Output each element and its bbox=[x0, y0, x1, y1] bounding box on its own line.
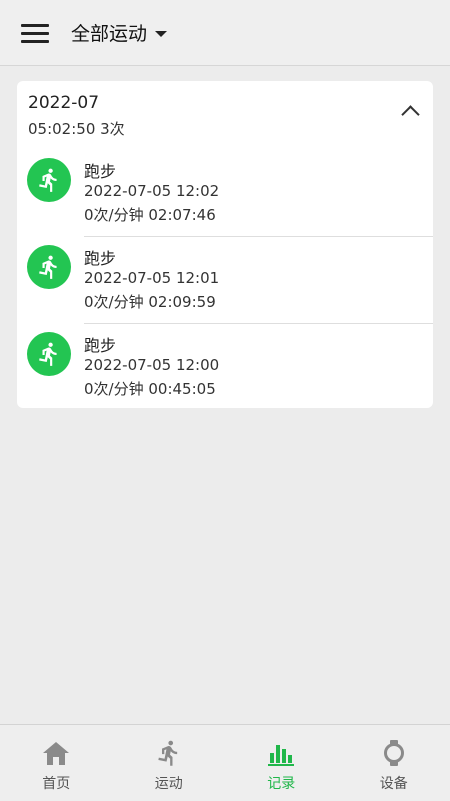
page-title: 全部运动 bbox=[71, 19, 147, 46]
bottom-navigation: 首页 运动 记录 设备 bbox=[0, 724, 450, 801]
nav-label-home: 首页 bbox=[0, 773, 113, 793]
nav-item-records[interactable]: 记录 bbox=[225, 725, 338, 801]
monthly-record-card: 2022-07 05:02:50 3次 跑步 2022-07-05 12:02 … bbox=[17, 81, 433, 408]
running-person-icon bbox=[27, 245, 71, 289]
bar-chart-icon bbox=[266, 739, 296, 767]
month-group-header[interactable]: 2022-07 05:02:50 3次 bbox=[17, 81, 433, 143]
activity-stats: 0次/分钟 00:45:05 bbox=[84, 378, 216, 399]
divider bbox=[84, 323, 433, 324]
record-list-item[interactable]: 跑步 2022-07-05 12:02 0次/分钟 02:07:46 bbox=[17, 151, 433, 237]
activity-datetime: 2022-07-05 12:02 bbox=[84, 182, 219, 200]
nav-label-records: 记录 bbox=[225, 773, 338, 793]
running-person-icon bbox=[154, 739, 184, 767]
activity-datetime: 2022-07-05 12:01 bbox=[84, 269, 219, 287]
month-label: 2022-07 bbox=[28, 93, 99, 113]
record-list-item[interactable]: 跑步 2022-07-05 12:00 0次/分钟 00:45:05 bbox=[17, 325, 433, 411]
activity-stats: 0次/分钟 02:07:46 bbox=[84, 204, 216, 225]
activity-name: 跑步 bbox=[84, 245, 116, 269]
divider bbox=[84, 236, 433, 237]
app-bar: 全部运动 bbox=[0, 0, 450, 66]
dropdown-caret-icon bbox=[155, 31, 167, 37]
activity-datetime: 2022-07-05 12:00 bbox=[84, 356, 219, 374]
nav-label-sport: 运动 bbox=[113, 773, 226, 793]
nav-item-sport[interactable]: 运动 bbox=[113, 725, 226, 801]
nav-item-device[interactable]: 设备 bbox=[338, 725, 450, 801]
running-person-icon bbox=[27, 158, 71, 202]
home-icon bbox=[41, 739, 71, 767]
month-summary: 05:02:50 3次 bbox=[28, 118, 125, 139]
activity-name: 跑步 bbox=[84, 158, 116, 182]
nav-item-home[interactable]: 首页 bbox=[0, 725, 113, 801]
chevron-up-icon[interactable] bbox=[401, 105, 419, 123]
nav-label-device: 设备 bbox=[338, 773, 450, 793]
sport-filter-dropdown[interactable]: 全部运动 bbox=[71, 19, 167, 46]
watch-icon bbox=[379, 739, 409, 767]
activity-stats: 0次/分钟 02:09:59 bbox=[84, 291, 216, 312]
running-person-icon bbox=[27, 332, 71, 376]
menu-icon[interactable] bbox=[21, 22, 51, 44]
activity-name: 跑步 bbox=[84, 332, 116, 356]
record-list-item[interactable]: 跑步 2022-07-05 12:01 0次/分钟 02:09:59 bbox=[17, 238, 433, 324]
